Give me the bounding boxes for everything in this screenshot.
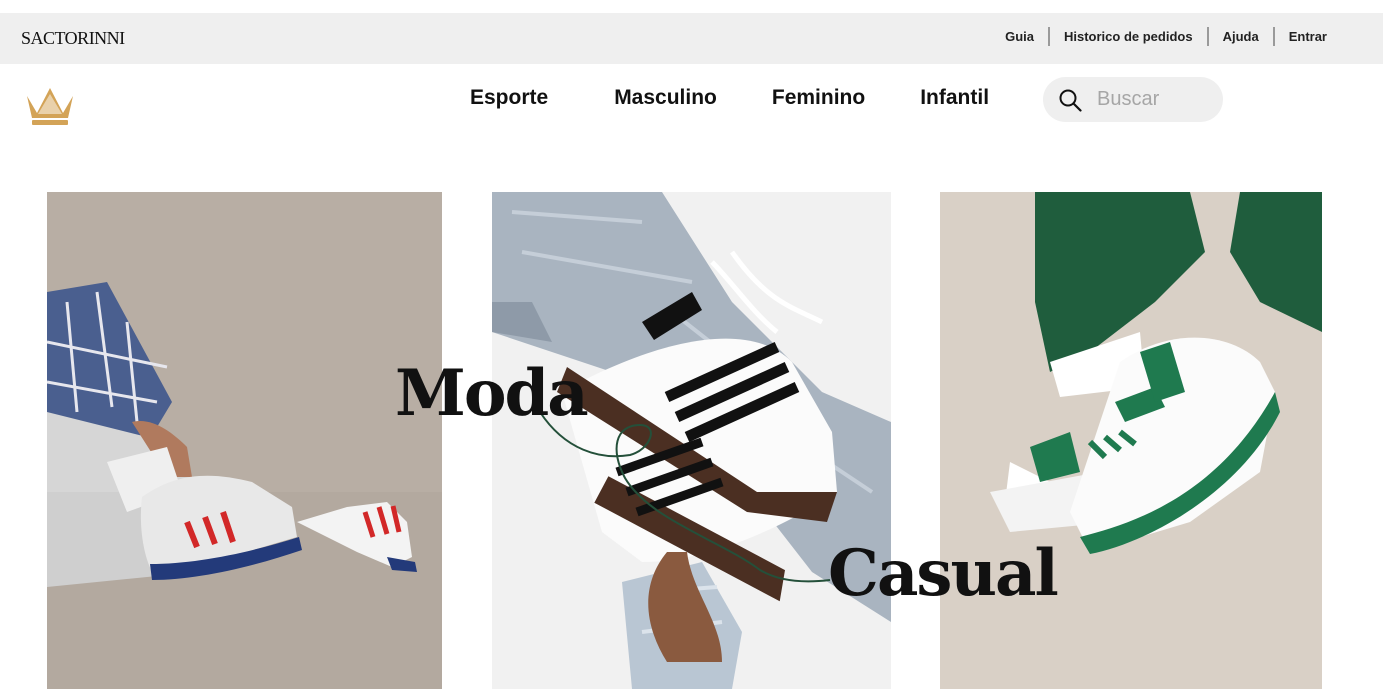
divider — [1206, 27, 1209, 46]
hero-image-red-sneakers[interactable] — [47, 192, 442, 689]
guide-link[interactable]: Guia — [1005, 29, 1034, 44]
hero-image-green-sneakers[interactable] — [940, 192, 1322, 689]
hero-word-moda: Moda — [395, 356, 589, 431]
help-link[interactable]: Ajuda — [1223, 29, 1259, 44]
top-utility-bar: SACTORINNI Guia Historico de pedidos Aju… — [0, 13, 1383, 64]
main-nav: Esporte Masculino Feminino Infantil — [470, 86, 989, 110]
divider — [1048, 27, 1050, 46]
search-icon[interactable] — [1058, 88, 1082, 112]
nav-item-men[interactable]: Masculino — [614, 86, 717, 110]
hero-image-white-sneakers[interactable] — [492, 192, 891, 689]
order-history-link[interactable]: Historico de pedidos — [1064, 29, 1193, 44]
divider — [1272, 27, 1275, 46]
login-link[interactable]: Entrar — [1289, 29, 1327, 44]
nav-item-kids[interactable]: Infantil — [920, 86, 989, 110]
search-input[interactable] — [1097, 86, 1215, 113]
search-box[interactable] — [1043, 77, 1223, 122]
hero-word-casual: Casual — [828, 536, 1059, 611]
nav-item-sports[interactable]: Esporte — [470, 86, 548, 110]
crown-logo-icon[interactable] — [24, 86, 76, 126]
brand-wordmark[interactable]: SACTORINNI — [21, 28, 125, 49]
nav-item-women[interactable]: Feminino — [772, 86, 865, 110]
utility-nav: Guia Historico de pedidos Ajuda Entrar — [1005, 27, 1327, 46]
